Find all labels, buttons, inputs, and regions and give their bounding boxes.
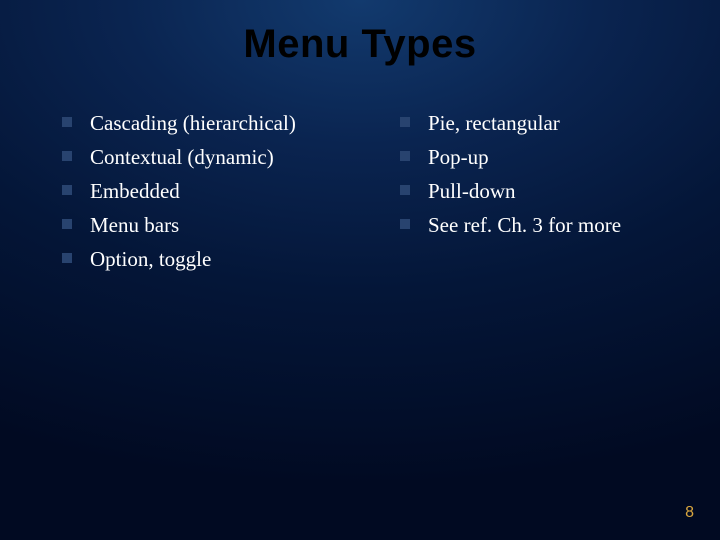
list-item: Pop-up [400,143,700,171]
square-bullet-icon [400,219,410,229]
square-bullet-icon [62,219,72,229]
right-column: Pie, rectangular Pop-up Pull-down See re… [400,109,700,279]
list-item: Contextual (dynamic) [62,143,382,171]
page-number: 8 [685,504,694,522]
square-bullet-icon [62,185,72,195]
list-item-text: Cascading (hierarchical) [90,109,296,137]
list-item-text: Embedded [90,177,180,205]
left-column: Cascading (hierarchical) Contextual (dyn… [62,109,382,279]
list-item: Option, toggle [62,245,382,273]
list-item: Pull-down [400,177,700,205]
list-item-text: Pull-down [428,177,516,205]
content-columns: Cascading (hierarchical) Contextual (dyn… [0,109,720,279]
list-item-text: Contextual (dynamic) [90,143,274,171]
list-item-text: Option, toggle [90,245,211,273]
list-item-text: Pop-up [428,143,489,171]
list-item-text: Menu bars [90,211,179,239]
square-bullet-icon [400,151,410,161]
list-item-text: Pie, rectangular [428,109,560,137]
list-item: Embedded [62,177,382,205]
square-bullet-icon [400,117,410,127]
list-item-text: See ref. Ch. 3 for more [428,211,621,239]
list-item: Menu bars [62,211,382,239]
list-item: Pie, rectangular [400,109,700,137]
square-bullet-icon [62,117,72,127]
square-bullet-icon [62,253,72,263]
list-item: See ref. Ch. 3 for more [400,211,700,239]
square-bullet-icon [400,185,410,195]
list-item: Cascading (hierarchical) [62,109,382,137]
slide-title: Menu Types [0,0,720,67]
square-bullet-icon [62,151,72,161]
